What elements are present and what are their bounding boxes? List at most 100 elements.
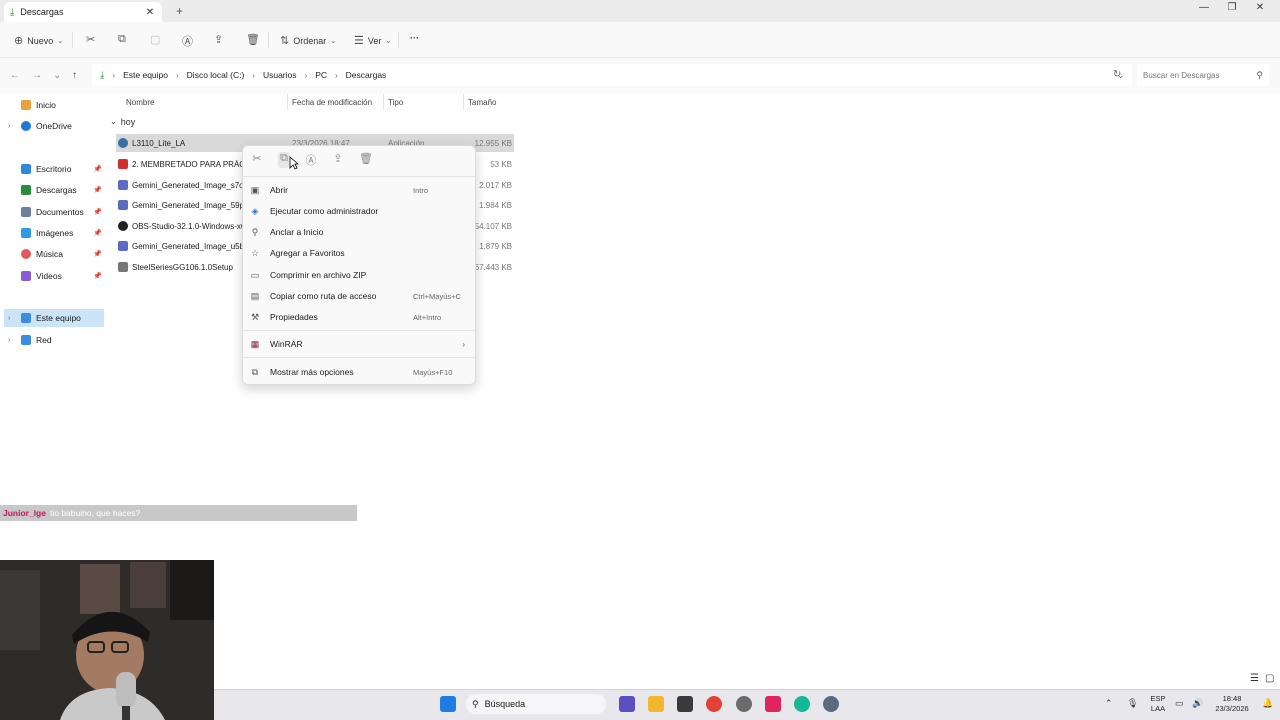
sort-button[interactable]: ⇅ Ordenar ⌄ (280, 34, 336, 47)
share-icon[interactable]: ⇪ (332, 152, 344, 168)
new-tab-button[interactable]: + (176, 4, 183, 18)
up-arrow-icon[interactable]: ↑ (72, 70, 77, 81)
rename-icon[interactable]: Ⓐ (182, 33, 193, 49)
sidebar-item-documentos[interactable]: Documentos 📌 (4, 203, 104, 221)
column-header-name[interactable]: Nombre (126, 98, 154, 107)
view-button[interactable]: ☰ Ver ⌄ (354, 34, 391, 47)
sidebar-item-imagenes[interactable]: Imágenes 📌 (4, 224, 104, 242)
chevron-right-icon[interactable]: › (8, 123, 16, 130)
file-size: 154.107 KB (470, 221, 512, 231)
clock[interactable]: 18:48 23/3/2026 (1210, 694, 1254, 714)
tiktok-icon[interactable] (765, 696, 781, 712)
breadcrumb-pc[interactable]: PC (315, 70, 327, 80)
menu-item-properties[interactable]: ⚒ Propiedades Alt+Intro (249, 308, 471, 326)
sidebar-item-inicio[interactable]: Inicio (4, 96, 104, 114)
paste-icon[interactable]: ▢ (150, 33, 160, 46)
app-icon[interactable] (736, 696, 752, 712)
chevron-down-icon: ⌄ (330, 37, 337, 45)
menu-item-copy-path[interactable]: ▤ Copiar como ruta de acceso Ctrl+Mayús+… (249, 287, 471, 305)
menu-item-winrar[interactable]: ▦ WinRAR › (249, 335, 471, 353)
volume-icon[interactable]: 🔊 (1192, 698, 1203, 709)
cloud-icon (21, 121, 31, 131)
new-button[interactable]: ⊕ Nuevo ⌄ (14, 34, 63, 47)
menu-item-label: Comprimir en archivo ZIP (270, 270, 367, 280)
cut-icon[interactable]: ✂ (86, 33, 95, 46)
clock-time: 18:48 (1222, 694, 1242, 703)
share-icon[interactable]: ⇪ (214, 33, 223, 46)
column-divider[interactable] (463, 94, 464, 110)
settings-icon[interactable] (823, 696, 839, 712)
details-view-icon[interactable]: ☰ (1250, 673, 1259, 684)
column-header-size[interactable]: Tamaño (468, 98, 496, 107)
search-icon: ⚲ (1256, 69, 1263, 80)
desktop-icon (21, 164, 31, 174)
sidebar-item-descargas[interactable]: Descargas 📌 (4, 181, 104, 199)
breadcrumb-descargas[interactable]: Descargas (346, 70, 387, 80)
breadcrumb-usuarios[interactable]: Usuarios (263, 70, 297, 80)
back-arrow-icon[interactable]: ← (10, 70, 20, 81)
search-input[interactable]: Buscar en Descargas ⚲ (1137, 64, 1269, 86)
cut-icon[interactable]: ✂ (251, 152, 263, 168)
sidebar-item-label: Inicio (36, 100, 56, 110)
group-header-today[interactable]: ⌄ hoy (110, 117, 135, 127)
keyboard-layout: LAA (1150, 704, 1166, 713)
maximize-button[interactable]: ❐ (1222, 2, 1242, 13)
sidebar-item-videos[interactable]: Videos 📌 (4, 267, 104, 285)
language-code: ESP (1150, 694, 1166, 703)
rename-icon[interactable]: Ⓐ (305, 152, 317, 168)
sidebar-item-label: Descargas (36, 185, 77, 195)
chevron-right-icon[interactable]: › (8, 315, 16, 322)
breadcrumb-este-equipo[interactable]: Este equipo (123, 70, 168, 80)
chat-app-icon[interactable] (794, 696, 810, 712)
tab-descargas[interactable]: ⤓ Descargas ✕ (4, 2, 162, 22)
menu-item-pin-start[interactable]: ⚲ Anclar a Inicio (249, 223, 471, 241)
download-icon: ⤓ (10, 6, 15, 18)
sidebar-item-red[interactable]: › Red (4, 331, 104, 349)
sidebar-item-este-equipo[interactable]: › Este equipo (4, 309, 104, 327)
menu-item-open[interactable]: ▣ Abrir Intro (249, 181, 471, 199)
delete-icon[interactable]: 🗑 (246, 33, 260, 46)
sidebar-item-musica[interactable]: Música 📌 (4, 245, 104, 263)
copy-icon[interactable]: ⧉ (118, 33, 126, 46)
menu-item-compress-zip[interactable]: ▭ Comprimir en archivo ZIP (249, 266, 471, 284)
chrome-icon[interactable] (706, 696, 722, 712)
tray-overflow-icon[interactable]: ⌃ (1105, 698, 1113, 709)
network-icon[interactable]: ▭ (1175, 698, 1184, 709)
breadcrumb-disco-local[interactable]: Disco local (C:) (187, 70, 245, 80)
close-window-button[interactable]: ✕ (1250, 2, 1270, 13)
language-indicator[interactable]: ESP LAA (1148, 694, 1168, 714)
store-icon[interactable] (677, 696, 693, 712)
pdf-icon (118, 159, 128, 169)
winrar-icon: ▦ (250, 338, 260, 349)
menu-item-run-as-admin[interactable]: ◈ Ejecutar como administrador (249, 202, 471, 220)
menu-item-add-favorites[interactable]: ☆ Agregar a Favoritos (249, 244, 471, 262)
chevron-right-icon[interactable]: › (8, 337, 16, 344)
minimize-button[interactable]: — (1194, 2, 1214, 13)
pin-icon: 📌 (93, 209, 102, 216)
teams-icon[interactable] (619, 696, 635, 712)
tab-close-button[interactable]: ✕ (144, 7, 156, 18)
sidebar-item-escritorio[interactable]: Escritorio 📌 (4, 160, 104, 178)
folder-icon[interactable] (648, 696, 664, 712)
column-divider[interactable] (383, 94, 384, 110)
column-header-type[interactable]: Tipo (388, 98, 403, 107)
more-options-button[interactable]: ··· (410, 33, 419, 43)
recent-chevron-icon[interactable]: ⌄ (53, 70, 61, 81)
refresh-icon[interactable]: ↻ (1113, 69, 1121, 80)
context-menu: ✂ ⧉ Ⓐ ⇪ 🗑 ▣ Abrir Intro ◈ Ejecutar como … (242, 145, 476, 385)
forward-arrow-icon[interactable]: → (32, 70, 42, 81)
notification-icon[interactable]: 🔔 (1262, 698, 1273, 709)
column-header-date[interactable]: Fecha de modificación (292, 98, 372, 107)
sidebar-item-onedrive[interactable]: › OneDrive (4, 117, 104, 135)
tiles-view-icon[interactable]: ▢ (1265, 673, 1274, 684)
menu-item-more-options[interactable]: ⧉ Mostrar más opciones Mayús+F10 (249, 363, 471, 381)
windows-start-icon[interactable] (440, 696, 456, 712)
taskbar-search[interactable]: ⚲ Búsqueda (466, 694, 606, 714)
address-bar[interactable]: ⤓ › Este equipo › Disco local (C:) › Usu… (92, 64, 1132, 86)
delete-icon[interactable]: 🗑 (359, 152, 373, 168)
microphone-icon[interactable]: 🎙 (1127, 698, 1138, 709)
shield-icon: ◈ (251, 205, 259, 216)
menu-divider (243, 330, 475, 331)
music-icon (21, 249, 31, 259)
column-divider[interactable] (287, 94, 288, 110)
